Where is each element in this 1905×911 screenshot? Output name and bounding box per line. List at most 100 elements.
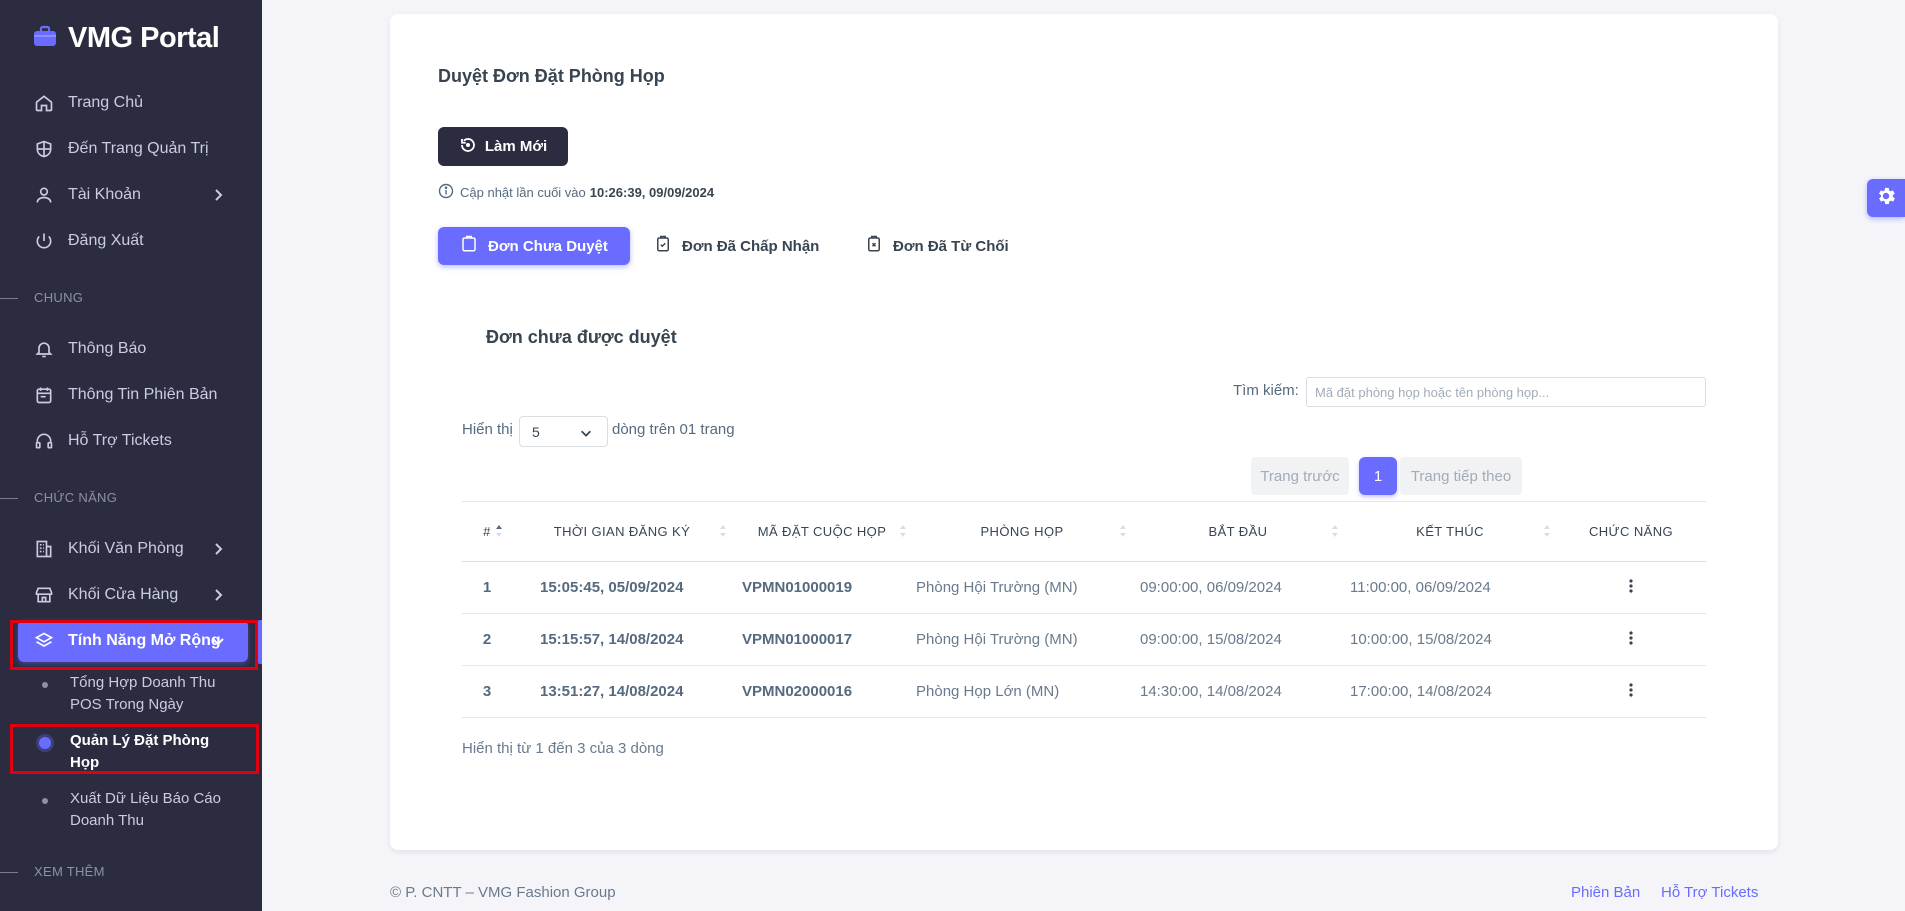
table-row: 2 15:15:57, 14/08/2024 VPMN01000017 Phòn…	[462, 613, 1706, 666]
sidebar-subitem-label: Quản Lý Đặt Phòng Họp	[70, 732, 210, 771]
cell-start: 09:00:00, 15/08/2024	[1132, 613, 1344, 666]
brand-name: VMG Portal	[68, 22, 220, 54]
sidebar-item-label: Tính Năng Mở Rộng	[68, 632, 221, 649]
more-vertical-icon[interactable]	[1628, 578, 1634, 598]
cell-actions	[1556, 561, 1706, 614]
search-label: Tìm kiếm:	[1233, 382, 1299, 399]
page-size-value: 5	[532, 423, 540, 440]
sort-icon	[1120, 525, 1126, 537]
store-icon	[32, 583, 56, 607]
sidebar-item-office-block[interactable]: Khối Văn Phòng	[18, 528, 248, 570]
chevron-right-icon	[210, 541, 226, 557]
main-card: Duyệt Đơn Đặt Phòng Họp Làm Mới Cập nhật…	[390, 14, 1778, 850]
bullet-dot	[39, 737, 51, 749]
cell-end: 11:00:00, 06/09/2024	[1344, 561, 1556, 614]
cell-actions	[1556, 613, 1706, 666]
more-vertical-icon[interactable]	[1628, 630, 1634, 650]
brand[interactable]: VMG Portal	[32, 22, 220, 55]
chevron-right-icon	[210, 587, 226, 603]
pagination-next[interactable]: Trang tiếp theo	[1400, 457, 1522, 495]
column-header-room[interactable]: PHÒNG HỌP	[912, 501, 1132, 562]
cell-room: Phòng Hội Trường (MN)	[912, 613, 1132, 666]
sort-icon	[1332, 525, 1338, 537]
chevron-right-icon	[210, 187, 226, 203]
cell-end: 17:00:00, 14/08/2024	[1344, 665, 1556, 718]
sidebar-item-account[interactable]: Tài Khoản	[18, 174, 248, 216]
sort-icon	[1544, 525, 1550, 537]
sidebar-subitem-meeting-room-management[interactable]: Quản Lý Đặt Phòng Họp	[18, 730, 248, 774]
sidebar-item-label: Đăng Xuất	[68, 232, 144, 249]
cell-end: 10:00:00, 15/08/2024	[1344, 613, 1556, 666]
sidebar-item-extended-features[interactable]: Tính Năng Mở Rộng	[18, 620, 248, 662]
clipboard-check-icon	[654, 235, 672, 257]
sidebar-item-notifications[interactable]: Thông Báo	[18, 328, 248, 370]
tab-label: Đơn Đã Chấp Nhận	[682, 237, 820, 255]
clipboard-x-icon	[865, 235, 883, 257]
refresh-icon	[459, 136, 477, 158]
bell-icon	[32, 337, 56, 361]
more-vertical-icon[interactable]	[1628, 682, 1634, 702]
footer-link-version[interactable]: Phiên Bản	[1571, 884, 1640, 901]
page-size-select[interactable]: 5	[519, 416, 608, 447]
sort-icon	[900, 525, 906, 537]
section-header-more: XEM THÊM	[0, 864, 105, 879]
rows-per-page-text: dòng trên 01 trang	[612, 421, 735, 438]
power-icon	[32, 229, 56, 253]
sidebar-item-version-info[interactable]: Thông Tin Phiên Bản	[18, 374, 248, 416]
sidebar-subitem-label: Tổng Hợp Doanh Thu POS Trong Ngày	[70, 674, 216, 713]
sidebar-item-label: Trang Chủ	[68, 94, 143, 111]
footer-copyright: © P. CNTT – VMG Fashion Group	[390, 884, 616, 901]
last-updated-value: 10:26:39, 09/09/2024	[589, 185, 715, 200]
column-header-end[interactable]: KẾT THÚC	[1344, 501, 1556, 562]
search-input[interactable]	[1306, 377, 1706, 407]
sidebar-item-label: Tài Khoản	[68, 186, 141, 203]
sidebar-subitem-pos-revenue[interactable]: Tổng Hợp Doanh Thu POS Trong Ngày	[18, 672, 248, 716]
sidebar-item-label: Khối Văn Phòng	[68, 540, 184, 557]
sidebar-subitem-export-revenue[interactable]: Xuất Dữ Liệu Báo Cáo Doanh Thu	[18, 788, 248, 832]
cell-booking-code: VPMN01000019	[732, 561, 912, 614]
table-header-row: # THỜI GIAN ĐĂNG KÝ MÃ ĐẶT CUỘC HỌP PHÒN…	[462, 501, 1706, 562]
sidebar-item-store-block[interactable]: Khối Cửa Hàng	[18, 574, 248, 616]
calendar-icon	[32, 383, 56, 407]
sidebar-item-admin[interactable]: Đến Trang Quản Trị	[18, 128, 248, 170]
last-updated: Cập nhật lần cuối vào 10:26:39, 09/09/20…	[438, 183, 714, 202]
sidebar-item-support-tickets[interactable]: Hỗ Trợ Tickets	[18, 420, 248, 462]
user-icon	[32, 183, 56, 207]
sort-icon	[496, 525, 502, 537]
bookings-table: # THỜI GIAN ĐĂNG KÝ MÃ ĐẶT CUỘC HỌP PHÒN…	[462, 501, 1706, 718]
cell-number: 3	[462, 665, 512, 718]
table-info: Hiển thị từ 1 đến 3 của 3 dòng	[462, 740, 664, 757]
cell-start: 09:00:00, 06/09/2024	[1132, 561, 1344, 614]
tab-label: Đơn Chưa Duyệt	[488, 237, 608, 255]
tab-pending[interactable]: Đơn Chưa Duyệt	[438, 227, 630, 265]
pagination-prev[interactable]: Trang trước	[1251, 457, 1349, 495]
sidebar-item-home[interactable]: Trang Chủ	[18, 82, 248, 124]
bullet-dot	[42, 682, 48, 688]
building-icon	[32, 537, 56, 561]
sort-icon	[720, 525, 726, 537]
cell-booking-code: VPMN02000016	[732, 665, 912, 718]
cell-room: Phòng Hội Trường (MN)	[912, 561, 1132, 614]
column-header-number[interactable]: #	[462, 501, 512, 562]
column-header-start[interactable]: BẮT ĐẦU	[1132, 501, 1344, 562]
pagination-page-1[interactable]: 1	[1359, 457, 1397, 495]
column-header-booking-code[interactable]: MÃ ĐẶT CUỘC HỌP	[732, 501, 912, 562]
tab-accepted[interactable]: Đơn Đã Chấp Nhận	[654, 227, 819, 265]
headset-icon	[32, 429, 56, 453]
chevron-down-icon	[579, 426, 593, 443]
sidebar-item-logout[interactable]: Đăng Xuất	[18, 220, 248, 262]
cell-room: Phòng Họp Lớn (MN)	[912, 665, 1132, 718]
tab-rejected[interactable]: Đơn Đã Từ Chối	[865, 227, 1009, 265]
refresh-button[interactable]: Làm Mới	[438, 127, 568, 166]
bullet-dot	[42, 798, 48, 804]
settings-button[interactable]	[1867, 179, 1905, 217]
page-title: Duyệt Đơn Đặt Phòng Họp	[438, 66, 665, 86]
tab-label: Đơn Đã Từ Chối	[893, 237, 1009, 255]
briefcase-icon	[32, 24, 58, 53]
footer-link-support[interactable]: Hỗ Trợ Tickets	[1661, 884, 1758, 901]
last-updated-prefix: Cập nhật lần cuối vào	[460, 185, 586, 200]
cell-registered-time: 15:15:57, 14/08/2024	[512, 613, 732, 666]
sidebar: VMG Portal Trang Chủ Đến Trang Quản Trị …	[0, 0, 262, 911]
cell-number: 2	[462, 613, 512, 666]
column-header-registered-time[interactable]: THỜI GIAN ĐĂNG KÝ	[512, 501, 732, 562]
